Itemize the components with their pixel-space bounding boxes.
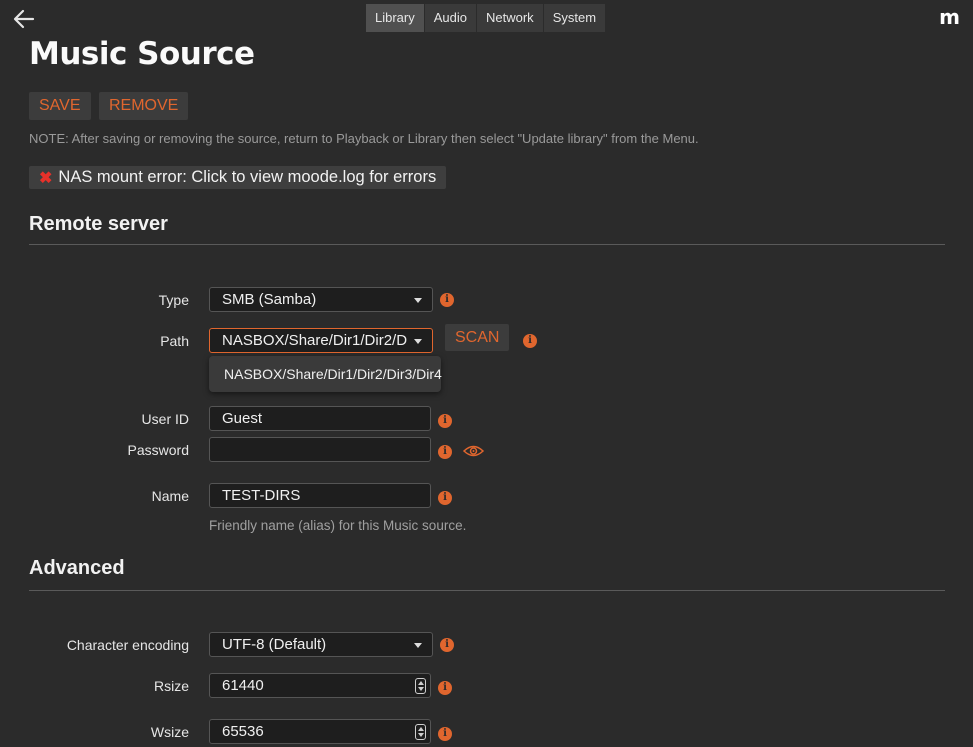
show-password-eye-icon[interactable]	[463, 444, 484, 458]
page-title: Music Source	[29, 36, 255, 72]
name-info-icon[interactable]: i	[438, 491, 452, 505]
path-select[interactable]: NASBOX/Share/Dir1/Dir2/D	[209, 328, 433, 353]
name-help-text: Friendly name (alias) for this Music sou…	[209, 518, 467, 533]
type-select-value: SMB (Samba)	[222, 291, 317, 308]
name-input[interactable]	[209, 483, 431, 508]
nav-tabs: Library Audio Network System	[366, 4, 606, 32]
password-info-icon[interactable]: i	[438, 445, 452, 459]
charset-select-value: UTF-8 (Default)	[222, 636, 327, 653]
save-button[interactable]: SAVE	[29, 92, 91, 120]
type-select[interactable]: SMB (Samba)	[209, 287, 433, 312]
wsize-info-icon[interactable]: i	[438, 727, 452, 741]
name-label: Name	[151, 488, 189, 504]
section-divider	[29, 590, 945, 591]
chevron-down-icon	[414, 643, 422, 648]
rsize-value: 61440	[222, 677, 264, 694]
path-info-icon[interactable]: i	[523, 334, 537, 348]
userid-info-icon[interactable]: i	[438, 414, 452, 428]
error-text: NAS mount error: Click to view moode.log…	[58, 168, 437, 186]
path-label: Path	[160, 333, 189, 349]
wsize-value: 65536	[222, 723, 264, 740]
error-x-icon: ✖	[39, 169, 53, 187]
rsize-input[interactable]: 61440	[209, 673, 431, 698]
tab-library[interactable]: Library	[366, 4, 425, 32]
brand-logo[interactable]: m	[939, 5, 960, 29]
path-dropdown-option[interactable]: NASBOX/Share/Dir1/Dir2/Dir3/Dir4	[209, 356, 442, 392]
type-label: Type	[158, 292, 189, 308]
scan-button[interactable]: SCAN	[445, 324, 510, 351]
chevron-down-icon	[414, 339, 422, 344]
type-info-icon[interactable]: i	[440, 293, 454, 307]
rsize-stepper-icon[interactable]	[415, 678, 426, 694]
path-select-value: NASBOX/Share/Dir1/Dir2/D	[222, 332, 408, 349]
rsize-label: Rsize	[153, 678, 189, 694]
tab-network[interactable]: Network	[477, 4, 544, 32]
password-label: Password	[127, 442, 189, 458]
userid-input[interactable]	[209, 406, 431, 431]
nas-mount-error-banner[interactable]: ✖ NAS mount error: Click to view moode.l…	[29, 166, 447, 189]
note-text: NOTE: After saving or removing the sourc…	[29, 131, 699, 146]
charset-label: Character encoding	[66, 637, 189, 653]
section-divider	[29, 244, 945, 245]
wsize-stepper-icon[interactable]	[415, 724, 426, 740]
tab-system[interactable]: System	[543, 4, 606, 32]
chevron-down-icon	[414, 298, 422, 303]
rsize-info-icon[interactable]: i	[438, 681, 452, 695]
password-input[interactable]	[209, 437, 431, 462]
tab-audio[interactable]: Audio	[424, 4, 477, 32]
userid-label: User ID	[141, 411, 189, 427]
section-title-advanced: Advanced	[29, 557, 125, 579]
section-title-remote-server: Remote server	[29, 213, 168, 235]
remove-button[interactable]: REMOVE	[99, 92, 189, 120]
back-arrow-icon[interactable]	[12, 8, 36, 30]
wsize-label: Wsize	[150, 724, 189, 740]
charset-info-icon[interactable]: i	[440, 638, 454, 652]
charset-select[interactable]: UTF-8 (Default)	[209, 632, 433, 657]
wsize-input[interactable]: 65536	[209, 719, 431, 744]
